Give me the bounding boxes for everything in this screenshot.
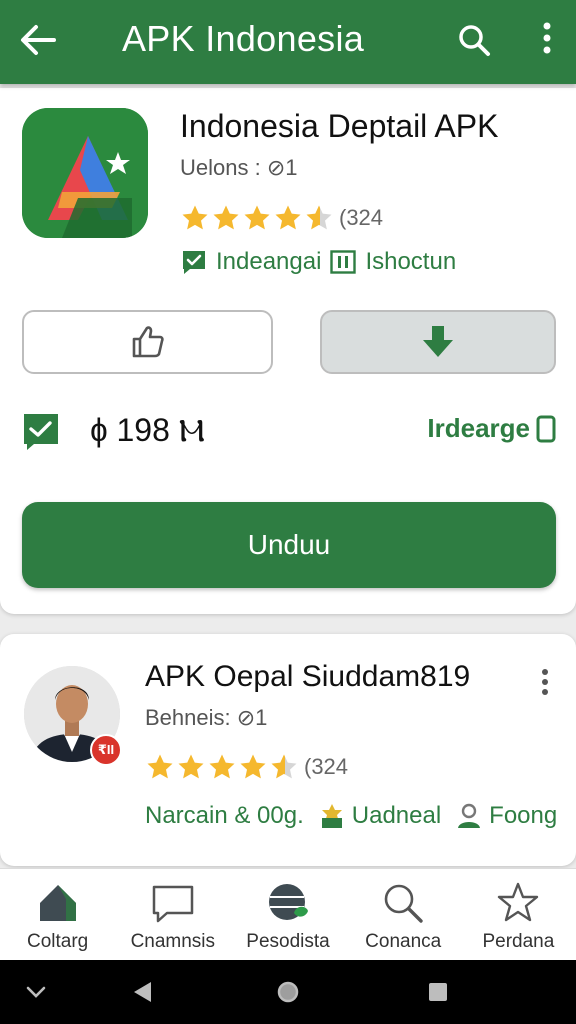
- like-button[interactable]: [22, 310, 273, 374]
- meta-label: Foong: [489, 802, 558, 829]
- more-vert-icon: [542, 669, 548, 695]
- verified-check-icon: [22, 412, 60, 452]
- phone-icon: [536, 415, 556, 442]
- search-icon: [459, 25, 490, 56]
- rating-count: (324: [304, 754, 349, 779]
- back-button[interactable]: [16, 20, 60, 60]
- home-icon: [39, 885, 76, 921]
- more-vert-icon: [543, 22, 551, 54]
- square-recents-icon: [429, 983, 447, 1001]
- developer-meta: Narcain & 00g. Uadneal Foong: [145, 802, 557, 830]
- award-icon: [321, 804, 342, 828]
- chat-bubble-icon: [152, 885, 194, 923]
- search-button[interactable]: [452, 18, 496, 62]
- developer-subtitle: Behneis: ⊘1: [145, 705, 268, 730]
- tag-item[interactable]: Indeangai: [180, 248, 321, 276]
- search-icon: [384, 884, 423, 923]
- system-collapse-button[interactable]: [20, 976, 52, 1008]
- nav-item-search[interactable]: Conanca: [346, 869, 461, 960]
- download-arrow-icon: [423, 326, 453, 357]
- chevron-down-icon: [26, 986, 46, 998]
- download-button[interactable]: Unduu: [22, 502, 556, 588]
- tag-label: Indeangai: [216, 248, 322, 275]
- nav-label: Conanca: [365, 931, 442, 952]
- nav-label: Cnamnsis: [130, 931, 216, 952]
- star-icon: [182, 205, 208, 230]
- rating-count: (324: [339, 205, 384, 230]
- nav-label: Perdana: [482, 931, 555, 952]
- nav-item-featured[interactable]: Perdana: [461, 869, 576, 960]
- star-icon: [147, 754, 173, 779]
- circle-home-icon: [277, 981, 299, 1003]
- nav-item-home[interactable]: Coltarg: [0, 869, 115, 960]
- star-half-icon: [271, 754, 297, 779]
- developer-rating: (324: [145, 752, 348, 782]
- star-icon: [178, 754, 204, 779]
- meta-label: Narcain & 00g.: [145, 802, 304, 829]
- nav-label: Pesodista: [246, 931, 330, 952]
- nav-item-comments[interactable]: Cnamnsis: [115, 869, 230, 960]
- app-title: Indonesia Deptail APK: [180, 108, 499, 144]
- app-rating: (324: [180, 203, 383, 233]
- meta-item[interactable]: Uadneal: [318, 802, 441, 830]
- developer-name: APK Oepal Siuddam819: [145, 660, 471, 693]
- app-tags: Indeangai Ishoctun: [180, 248, 456, 276]
- person-icon: [458, 803, 481, 828]
- developer-more-button[interactable]: [532, 664, 558, 700]
- developer-badge: ₹II: [90, 734, 122, 766]
- more-options-button[interactable]: [530, 16, 564, 60]
- app-bar: APK Indonesia: [0, 0, 576, 84]
- install-status[interactable]: Irdearge: [427, 413, 556, 444]
- globe-icon: [269, 884, 308, 920]
- system-navigation-bar: [0, 960, 576, 1024]
- star-icon: [209, 754, 235, 779]
- pause-box-icon: [330, 250, 357, 274]
- thumbs-up-icon: [132, 326, 164, 358]
- app-version: Uelons : ⊘1: [180, 155, 298, 180]
- tag-label: Ishoctun: [365, 248, 457, 275]
- arrow-left-icon: [21, 25, 56, 55]
- system-recents-button[interactable]: [422, 976, 454, 1008]
- download-icon-button[interactable]: [320, 310, 556, 374]
- meta-item: Narcain & 00g.: [145, 802, 304, 830]
- app-bar-title: APK Indonesia: [122, 18, 365, 59]
- nav-item-globe[interactable]: Pesodista: [230, 869, 345, 960]
- bottom-navigation: Coltarg Cnamnsis Pesodista Conanca Perda…: [0, 868, 576, 960]
- star-icon: [275, 205, 301, 230]
- app-size: ɸ 198 Ⲙ: [90, 412, 205, 448]
- star-icon: [244, 205, 270, 230]
- install-status-label: Irdearge: [427, 413, 530, 443]
- app-icon: [22, 108, 148, 238]
- tag-item[interactable]: Ishoctun: [329, 248, 456, 276]
- star-icon: [213, 205, 239, 230]
- meta-label: Uadneal: [351, 802, 442, 829]
- star-icon: [498, 882, 539, 922]
- star-half-icon: [306, 205, 332, 230]
- system-home-button[interactable]: [272, 976, 304, 1008]
- star-icon: [240, 754, 266, 779]
- nav-label: Coltarg: [26, 931, 89, 952]
- triangle-back-icon: [134, 982, 151, 1002]
- system-back-button[interactable]: [126, 976, 158, 1008]
- meta-item[interactable]: Foong: [455, 802, 557, 830]
- check-chat-icon: [183, 251, 205, 274]
